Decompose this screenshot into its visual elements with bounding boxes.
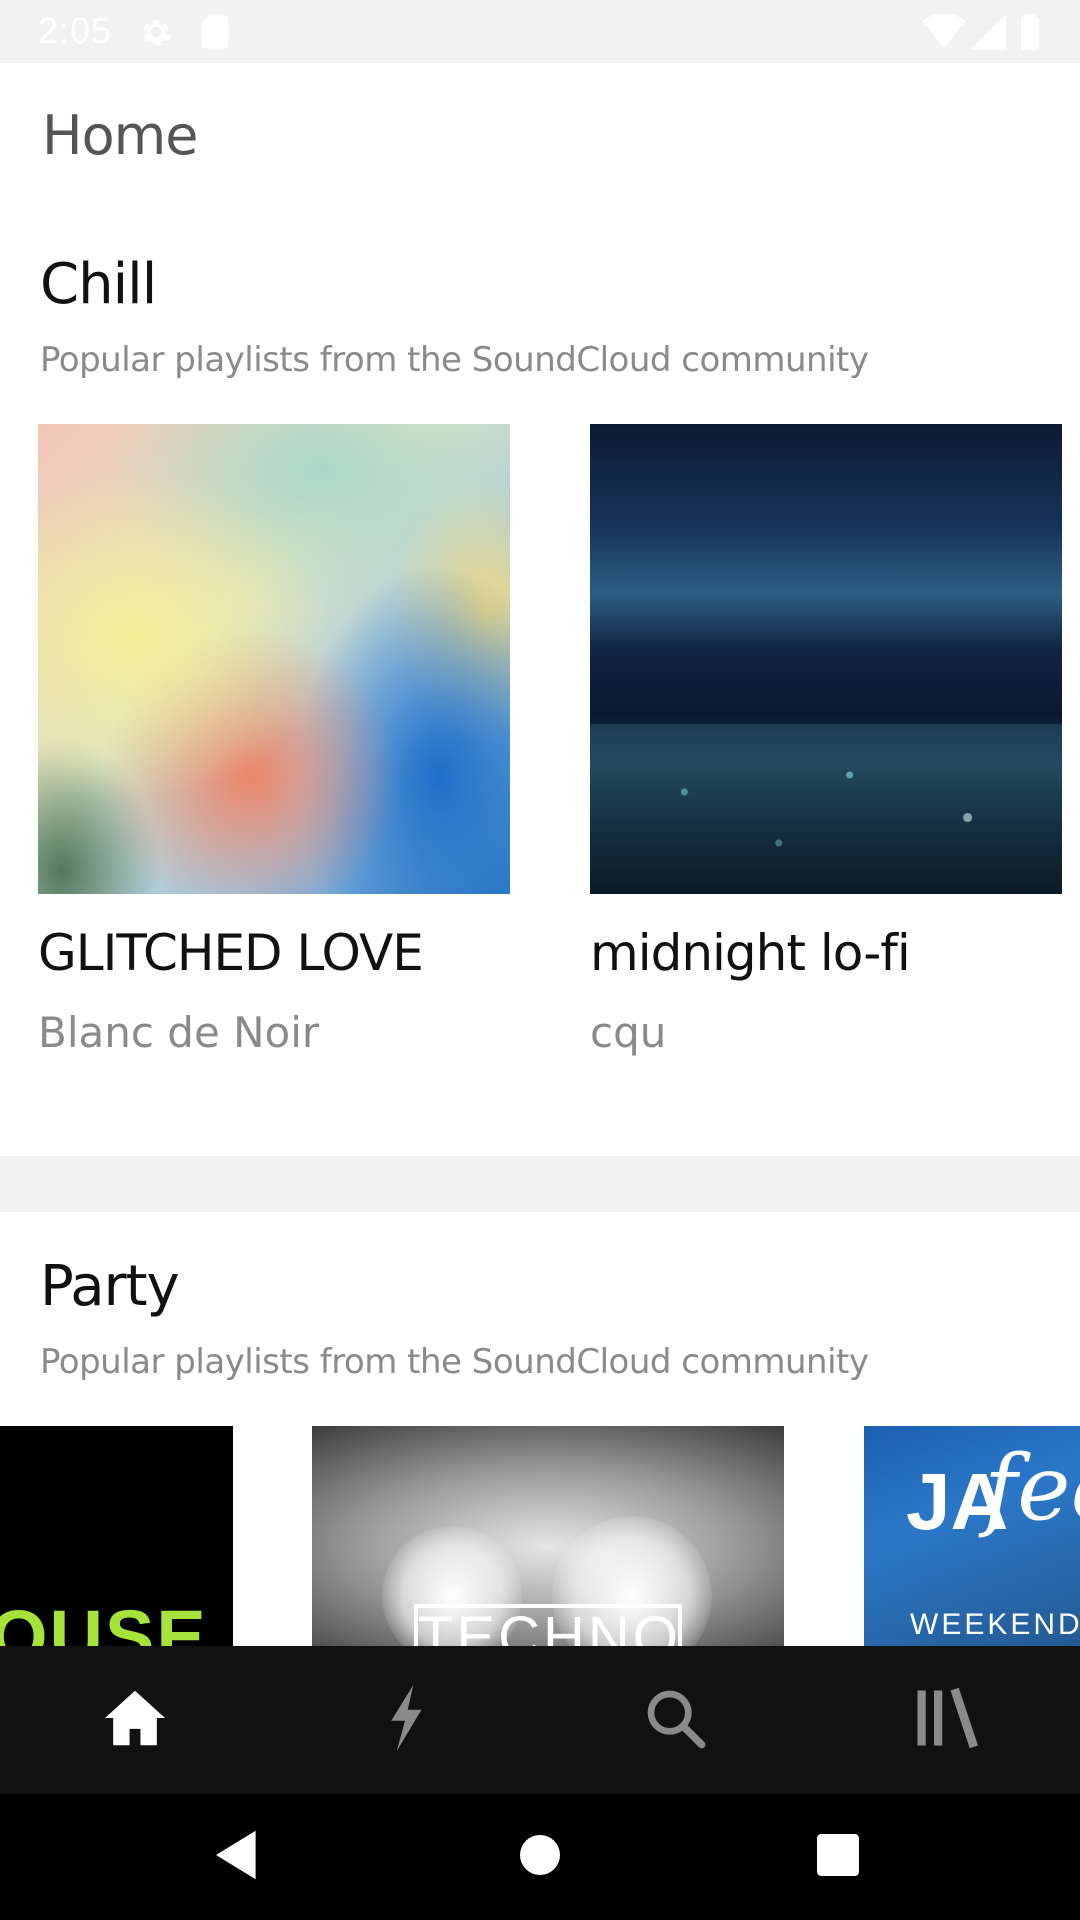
wifi-icon [922, 13, 966, 55]
playlist-title: midnight lo-fi [590, 924, 911, 982]
recents-icon [817, 1833, 859, 1881]
sd-card-icon [198, 14, 232, 55]
battery-icon [1018, 14, 1042, 55]
playlist-artwork[interactable]: JA fee WEEKENDE [864, 1426, 1080, 1646]
system-navigation [0, 1794, 1080, 1920]
status-time: 2:05 [38, 10, 113, 51]
playlist-card[interactable]: midnight lo-fi cqu [590, 424, 1062, 1057]
nav-library[interactable] [810, 1646, 1080, 1794]
playlist-title: GLITCHED LOVE [38, 924, 424, 982]
artwork-text: OUSE [0, 1595, 208, 1646]
nav-home[interactable] [0, 1646, 270, 1794]
page-title: Home [42, 104, 198, 167]
playlist-artwork[interactable]: TECHNO [312, 1426, 784, 1646]
playlist-artist: cqu [590, 1008, 667, 1057]
section-subtitle-party: Popular playlists from the SoundCloud co… [40, 1342, 869, 1382]
system-back-button[interactable] [178, 1794, 298, 1920]
stream-icon [381, 1684, 429, 1756]
city-lights [590, 724, 1062, 894]
section-divider [0, 1156, 1080, 1212]
artwork-text: WEEKENDE [910, 1608, 1080, 1641]
bottom-navigation [0, 1646, 1080, 1794]
system-recents-button[interactable] [778, 1794, 898, 1920]
artwork-script-text: fee [984, 1436, 1080, 1541]
home-circle-icon [520, 1834, 560, 1880]
system-home-button[interactable] [480, 1794, 600, 1920]
status-bar: 2:05 [0, 0, 1080, 63]
nav-search[interactable] [540, 1646, 810, 1794]
section-title-party: Party [40, 1254, 180, 1319]
search-icon [643, 1686, 707, 1755]
artwork-text: TECHNO [414, 1604, 682, 1646]
signal-icon [970, 14, 1006, 55]
home-icon [102, 1688, 168, 1753]
library-icon [912, 1687, 978, 1754]
playlist-artwork[interactable]: OUSE [0, 1426, 233, 1646]
playlist-artist: Blanc de Noir [38, 1008, 320, 1057]
back-icon [216, 1830, 260, 1885]
section-title-chill: Chill [40, 252, 157, 317]
playlist-artwork[interactable] [38, 424, 510, 894]
section-subtitle-chill: Popular playlists from the SoundCloud co… [40, 340, 869, 380]
playlist-artwork[interactable] [590, 424, 1062, 894]
settings-icon [138, 14, 174, 55]
playlist-card[interactable]: GLITCHED LOVE Blanc de Noir [38, 424, 510, 1057]
nav-stream[interactable] [270, 1646, 540, 1794]
